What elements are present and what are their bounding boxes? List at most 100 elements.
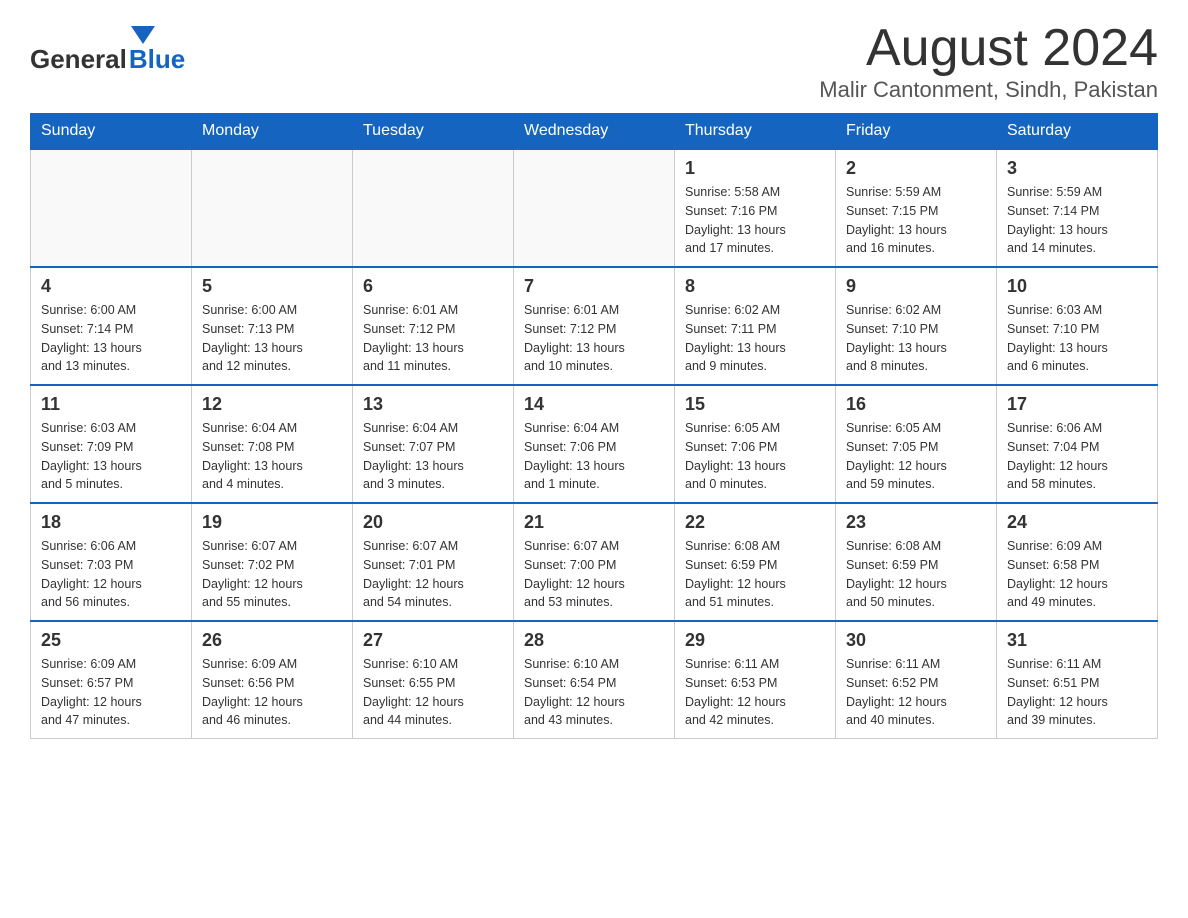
day-info: Sunrise: 6:02 AM Sunset: 7:11 PM Dayligh… <box>685 301 825 376</box>
calendar-cell: 11Sunrise: 6:03 AM Sunset: 7:09 PM Dayli… <box>31 385 192 503</box>
day-number: 7 <box>524 276 664 297</box>
day-number: 20 <box>363 512 503 533</box>
title-area: August 2024 Malir Cantonment, Sindh, Pak… <box>819 20 1158 103</box>
logo-icon: General Blue <box>30 20 185 75</box>
day-number: 24 <box>1007 512 1147 533</box>
week-row-1: 1 Sunrise: 5:58 AM Sunset: 7:16 PM Daylig… <box>31 149 1158 267</box>
day-number: 19 <box>202 512 342 533</box>
calendar-cell: 31 Sunrise: 6:11 AM Sunset: 6:51 PM Dayli… <box>997 621 1158 739</box>
day-number: 5 <box>202 276 342 297</box>
day-info: Sunrise: 6:05 AM Sunset: 7:06 PM Dayligh… <box>685 419 825 494</box>
day-number: 22 <box>685 512 825 533</box>
day-info: Sunrise: 6:02 AM Sunset: 7:10 PM Dayligh… <box>846 301 986 376</box>
day-info: Sunrise: 6:08 AM Sunset: 6:59 PM Dayligh… <box>846 537 986 612</box>
day-info: Sunrise: 6:08 AM Sunset: 6:59 PM Dayligh… <box>685 537 825 612</box>
day-info: Sunrise: 6:04 AM Sunset: 7:06 PM Dayligh… <box>524 419 664 494</box>
calendar-cell: 27 Sunrise: 6:10 AM Sunset: 6:55 PM Dayli… <box>353 621 514 739</box>
calendar-cell: 24 Sunrise: 6:09 AM Sunset: 6:58 PM Dayli… <box>997 503 1158 621</box>
calendar-cell <box>31 149 192 267</box>
header-monday: Monday <box>192 114 353 150</box>
header-friday: Friday <box>836 114 997 150</box>
day-number: 27 <box>363 630 503 651</box>
day-info: Sunrise: 6:00 AM Sunset: 7:14 PM Dayligh… <box>41 301 181 376</box>
day-info: Sunrise: 6:04 AM Sunset: 7:08 PM Dayligh… <box>202 419 342 494</box>
calendar-cell <box>192 149 353 267</box>
week-row-4: 18 Sunrise: 6:06 AM Sunset: 7:03 PM Dayli… <box>31 503 1158 621</box>
day-number: 3 <box>1007 158 1147 179</box>
calendar-cell: 4 Sunrise: 6:00 AM Sunset: 7:14 PM Daylig… <box>31 267 192 385</box>
logo-blue-text: Blue <box>129 44 185 75</box>
day-info: Sunrise: 6:11 AM Sunset: 6:52 PM Dayligh… <box>846 655 986 730</box>
day-number: 31 <box>1007 630 1147 651</box>
calendar-cell: 28Sunrise: 6:10 AM Sunset: 6:54 PM Dayli… <box>514 621 675 739</box>
calendar-cell: 3 Sunrise: 5:59 AM Sunset: 7:14 PM Daylig… <box>997 149 1158 267</box>
calendar-cell: 1 Sunrise: 5:58 AM Sunset: 7:16 PM Daylig… <box>675 149 836 267</box>
calendar-cell: 21 Sunrise: 6:07 AM Sunset: 7:00 PM Dayli… <box>514 503 675 621</box>
calendar-cell: 17 Sunrise: 6:06 AM Sunset: 7:04 PM Dayli… <box>997 385 1158 503</box>
day-info: Sunrise: 6:06 AM Sunset: 7:04 PM Dayligh… <box>1007 419 1147 494</box>
day-number: 23 <box>846 512 986 533</box>
calendar-cell: 20 Sunrise: 6:07 AM Sunset: 7:01 PM Dayli… <box>353 503 514 621</box>
calendar-cell: 9 Sunrise: 6:02 AM Sunset: 7:10 PM Daylig… <box>836 267 997 385</box>
calendar-cell: 23 Sunrise: 6:08 AM Sunset: 6:59 PM Dayli… <box>836 503 997 621</box>
calendar-cell: 15Sunrise: 6:05 AM Sunset: 7:06 PM Dayli… <box>675 385 836 503</box>
logo-triangle-icon <box>131 26 155 44</box>
calendar-cell: 29Sunrise: 6:11 AM Sunset: 6:53 PM Dayli… <box>675 621 836 739</box>
calendar-cell: 22 Sunrise: 6:08 AM Sunset: 6:59 PM Dayli… <box>675 503 836 621</box>
day-number: 1 <box>685 158 825 179</box>
day-number: 12 <box>202 394 342 415</box>
week-row-5: 25 Sunrise: 6:09 AM Sunset: 6:57 PM Dayli… <box>31 621 1158 739</box>
day-info: Sunrise: 6:07 AM Sunset: 7:02 PM Dayligh… <box>202 537 342 612</box>
day-info: Sunrise: 6:05 AM Sunset: 7:05 PM Dayligh… <box>846 419 986 494</box>
day-number: 28 <box>524 630 664 651</box>
day-number: 8 <box>685 276 825 297</box>
day-number: 25 <box>41 630 181 651</box>
calendar-subtitle: Malir Cantonment, Sindh, Pakistan <box>819 77 1158 103</box>
calendar-cell <box>353 149 514 267</box>
calendar-cell: 12 Sunrise: 6:04 AM Sunset: 7:08 PM Dayli… <box>192 385 353 503</box>
header-thursday: Thursday <box>675 114 836 150</box>
day-number: 26 <box>202 630 342 651</box>
day-info: Sunrise: 6:11 AM Sunset: 6:51 PM Dayligh… <box>1007 655 1147 730</box>
header-sunday: Sunday <box>31 114 192 150</box>
day-number: 4 <box>41 276 181 297</box>
logo-general-text: General <box>30 44 127 75</box>
day-info: Sunrise: 6:00 AM Sunset: 7:13 PM Dayligh… <box>202 301 342 376</box>
calendar-cell: 10Sunrise: 6:03 AM Sunset: 7:10 PM Dayli… <box>997 267 1158 385</box>
day-info: Sunrise: 6:01 AM Sunset: 7:12 PM Dayligh… <box>524 301 664 376</box>
calendar-cell <box>514 149 675 267</box>
day-info: Sunrise: 6:04 AM Sunset: 7:07 PM Dayligh… <box>363 419 503 494</box>
calendar-cell: 14Sunrise: 6:04 AM Sunset: 7:06 PM Dayli… <box>514 385 675 503</box>
day-info: Sunrise: 6:09 AM Sunset: 6:56 PM Dayligh… <box>202 655 342 730</box>
day-number: 9 <box>846 276 986 297</box>
day-info: Sunrise: 5:59 AM Sunset: 7:14 PM Dayligh… <box>1007 183 1147 258</box>
day-number: 17 <box>1007 394 1147 415</box>
day-number: 18 <box>41 512 181 533</box>
calendar-table: SundayMondayTuesdayWednesdayThursdayFrid… <box>30 113 1158 739</box>
day-info: Sunrise: 6:07 AM Sunset: 7:00 PM Dayligh… <box>524 537 664 612</box>
calendar-cell: 30Sunrise: 6:11 AM Sunset: 6:52 PM Dayli… <box>836 621 997 739</box>
calendar-cell: 18 Sunrise: 6:06 AM Sunset: 7:03 PM Dayli… <box>31 503 192 621</box>
day-info: Sunrise: 6:03 AM Sunset: 7:10 PM Dayligh… <box>1007 301 1147 376</box>
calendar-cell: 8 Sunrise: 6:02 AM Sunset: 7:11 PM Daylig… <box>675 267 836 385</box>
day-number: 29 <box>685 630 825 651</box>
day-info: Sunrise: 6:10 AM Sunset: 6:55 PM Dayligh… <box>363 655 503 730</box>
day-info: Sunrise: 5:58 AM Sunset: 7:16 PM Dayligh… <box>685 183 825 258</box>
calendar-cell: 16 Sunrise: 6:05 AM Sunset: 7:05 PM Dayli… <box>836 385 997 503</box>
calendar-title: August 2024 <box>819 20 1158 77</box>
page-header: General Blue August 2024 Malir Cantonmen… <box>30 20 1158 103</box>
header-tuesday: Tuesday <box>353 114 514 150</box>
day-number: 16 <box>846 394 986 415</box>
day-info: Sunrise: 6:06 AM Sunset: 7:03 PM Dayligh… <box>41 537 181 612</box>
day-info: Sunrise: 5:59 AM Sunset: 7:15 PM Dayligh… <box>846 183 986 258</box>
calendar-cell: 13Sunrise: 6:04 AM Sunset: 7:07 PM Dayli… <box>353 385 514 503</box>
day-number: 2 <box>846 158 986 179</box>
calendar-cell: 7 Sunrise: 6:01 AM Sunset: 7:12 PM Daylig… <box>514 267 675 385</box>
week-row-2: 4 Sunrise: 6:00 AM Sunset: 7:14 PM Daylig… <box>31 267 1158 385</box>
day-number: 21 <box>524 512 664 533</box>
day-info: Sunrise: 6:09 AM Sunset: 6:57 PM Dayligh… <box>41 655 181 730</box>
day-info: Sunrise: 6:09 AM Sunset: 6:58 PM Dayligh… <box>1007 537 1147 612</box>
day-info: Sunrise: 6:03 AM Sunset: 7:09 PM Dayligh… <box>41 419 181 494</box>
calendar-cell: 2 Sunrise: 5:59 AM Sunset: 7:15 PM Daylig… <box>836 149 997 267</box>
day-info: Sunrise: 6:07 AM Sunset: 7:01 PM Dayligh… <box>363 537 503 612</box>
